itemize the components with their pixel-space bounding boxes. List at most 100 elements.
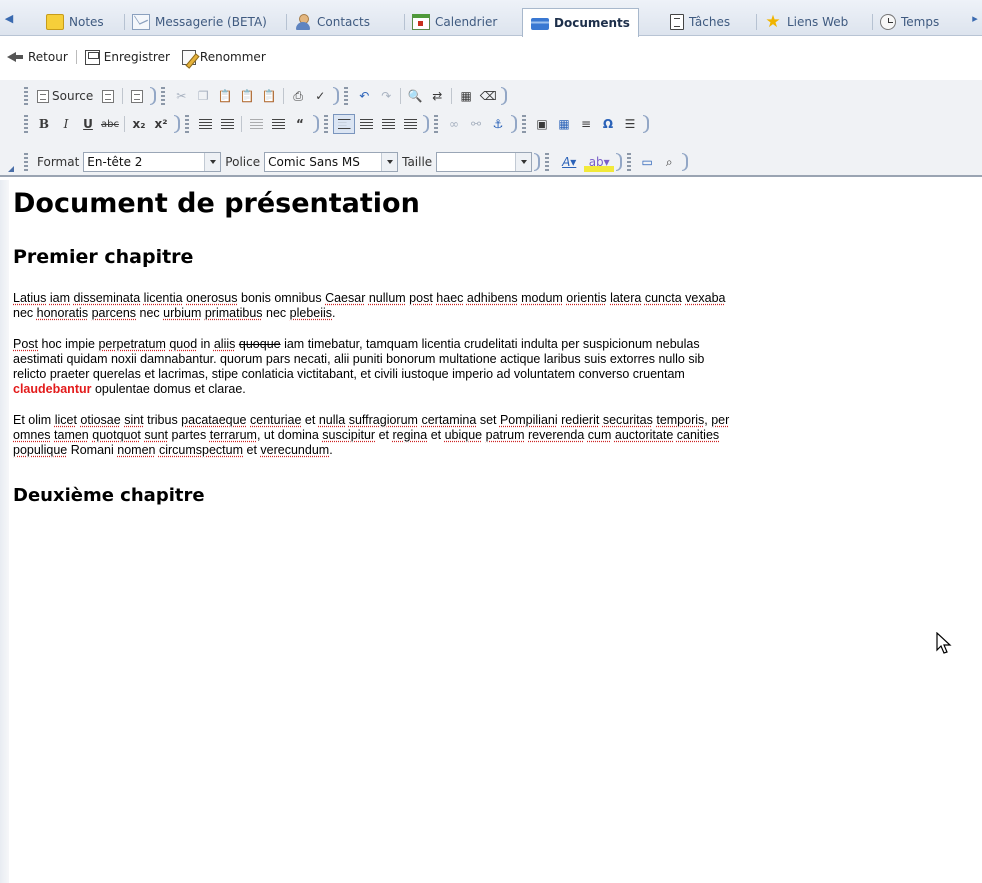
spellcheck-button[interactable]: ✓: [309, 86, 331, 106]
page-break-button[interactable]: ☰: [619, 114, 641, 134]
preview-button[interactable]: [126, 86, 148, 106]
tab-notes[interactable]: Notes: [38, 8, 112, 36]
indent-button[interactable]: [267, 114, 289, 134]
toolbar-grip[interactable]: [24, 153, 28, 171]
link-button[interactable]: ∞: [443, 114, 465, 134]
find-button[interactable]: 🔍: [404, 86, 426, 106]
undo-button[interactable]: ↶: [353, 86, 375, 106]
special-char-button[interactable]: Ω: [597, 114, 619, 134]
spellcheck-icon: ✓: [315, 89, 326, 103]
rename-button[interactable]: Renommer: [176, 49, 272, 65]
numbered-list-button[interactable]: [194, 114, 216, 134]
chapter-1-heading: Premier chapitre: [13, 246, 194, 268]
table-button[interactable]: ▦: [553, 114, 575, 134]
text-color-button[interactable]: A▾: [554, 152, 584, 172]
paste-word-button[interactable]: 📋: [258, 86, 280, 106]
toolbar-grip[interactable]: [522, 115, 526, 133]
font-select[interactable]: Comic Sans MS: [264, 152, 399, 172]
toolbar-grip[interactable]: [344, 87, 349, 105]
horizontal-rule-button[interactable]: ≡: [575, 114, 597, 134]
size-label: Taille: [402, 155, 433, 169]
toolbar-group-end: [534, 153, 541, 171]
omega-icon: Ω: [602, 117, 614, 131]
underline-button[interactable]: U: [77, 114, 99, 134]
scissors-icon: ✂: [176, 89, 187, 103]
toolbar-grip[interactable]: [161, 87, 166, 105]
format-label: Format: [37, 155, 80, 169]
tab-temps[interactable]: Temps: [872, 8, 947, 36]
align-left-icon: [337, 118, 351, 130]
horizontal-rule-icon: ≡: [580, 117, 592, 131]
show-blocks-button[interactable]: ⌕: [658, 152, 680, 172]
format-select[interactable]: En-tête 2: [83, 152, 222, 172]
underline-icon: U: [83, 117, 93, 131]
back-button[interactable]: Retour: [0, 49, 74, 65]
copy-button[interactable]: ❐: [192, 86, 214, 106]
clipboard-word-icon: 📋: [261, 89, 277, 103]
font-select-value: Comic Sans MS: [268, 155, 360, 169]
strikethrough-icon: abc: [101, 118, 119, 130]
toolbar-grip[interactable]: [24, 87, 28, 105]
source-label: Source: [52, 89, 94, 103]
source-icon: [37, 89, 49, 103]
tab-messagerie[interactable]: Messagerie (BETA): [124, 8, 275, 36]
toolbar-grip[interactable]: [24, 115, 28, 133]
justify-button[interactable]: [399, 114, 421, 134]
remove-format-button[interactable]: ⌫: [477, 86, 499, 106]
paste-text-button[interactable]: 📋: [236, 86, 258, 106]
maximize-button[interactable]: ▭: [636, 152, 658, 172]
tab-liens-web[interactable]: ★ Liens Web: [756, 8, 856, 36]
toolbar-grip[interactable]: [545, 153, 550, 171]
source-button[interactable]: Source: [33, 86, 97, 106]
toolbar-collapse-icon[interactable]: [8, 166, 14, 172]
blockquote-button[interactable]: “: [289, 114, 311, 134]
unlink-button[interactable]: ⚯: [465, 114, 487, 134]
scroll-right-arrow-icon[interactable]: ▸: [968, 10, 982, 28]
chapter-2-heading: Deuxième chapitre: [13, 485, 205, 506]
page-break-icon: ☰: [624, 117, 636, 131]
bulleted-list-button[interactable]: [216, 114, 238, 134]
size-select[interactable]: [436, 152, 533, 172]
format-select-value: En-tête 2: [87, 155, 143, 169]
redo-button[interactable]: ↷: [375, 86, 397, 106]
superscript-button[interactable]: x²: [150, 114, 172, 134]
italic-button[interactable]: I: [55, 114, 77, 134]
size-select-value: [437, 153, 515, 171]
replace-button[interactable]: ⇄: [426, 86, 448, 106]
toolbar-group-end: [174, 115, 180, 133]
replace-icon: ⇄: [432, 89, 443, 103]
show-blocks-icon: ⌕: [665, 154, 673, 169]
toolbar-grip[interactable]: [185, 115, 189, 133]
toolbar-grip[interactable]: [434, 115, 438, 133]
rename-pencil-icon: [181, 49, 196, 65]
module-tab-bar: ◀ Notes Messagerie (BETA) Contacts Calen…: [0, 0, 982, 37]
outdent-button[interactable]: [245, 114, 267, 134]
scroll-left-arrow-icon[interactable]: ◀: [2, 10, 16, 28]
tab-taches[interactable]: Tâches: [662, 8, 738, 36]
print-button[interactable]: ⎙: [287, 86, 309, 106]
align-left-button[interactable]: [333, 114, 355, 134]
select-all-button[interactable]: ▦: [455, 86, 477, 106]
paste-button[interactable]: 📋: [214, 86, 236, 106]
toolbar-grip[interactable]: [627, 153, 632, 171]
toolbar-group-end: [333, 87, 340, 105]
star-icon: ★: [765, 12, 781, 32]
document-editing-area[interactable]: Document de présentation Premier chapitr…: [13, 182, 982, 508]
cut-button[interactable]: ✂: [170, 86, 192, 106]
save-template-button[interactable]: [97, 86, 119, 106]
bold-button[interactable]: B: [33, 114, 55, 134]
align-right-button[interactable]: [377, 114, 399, 134]
toolbar-grip[interactable]: [324, 115, 328, 133]
anchor-button[interactable]: ⚓: [487, 114, 509, 134]
image-button[interactable]: ▣: [531, 114, 553, 134]
toolbar-group-end: [501, 87, 508, 105]
strikethrough-button[interactable]: abc: [99, 114, 121, 134]
background-color-button[interactable]: ab▾: [584, 152, 615, 172]
align-center-button[interactable]: [355, 114, 377, 134]
subscript-button[interactable]: x₂: [128, 114, 150, 134]
tab-contacts[interactable]: Contacts: [286, 8, 378, 36]
paragraph-3: Et olim licet otiosae sint tribus pacata…: [13, 413, 730, 457]
tab-documents[interactable]: Documents: [522, 8, 639, 37]
save-button[interactable]: Enregistrer: [79, 49, 176, 65]
tab-calendrier[interactable]: Calendrier: [404, 8, 505, 36]
